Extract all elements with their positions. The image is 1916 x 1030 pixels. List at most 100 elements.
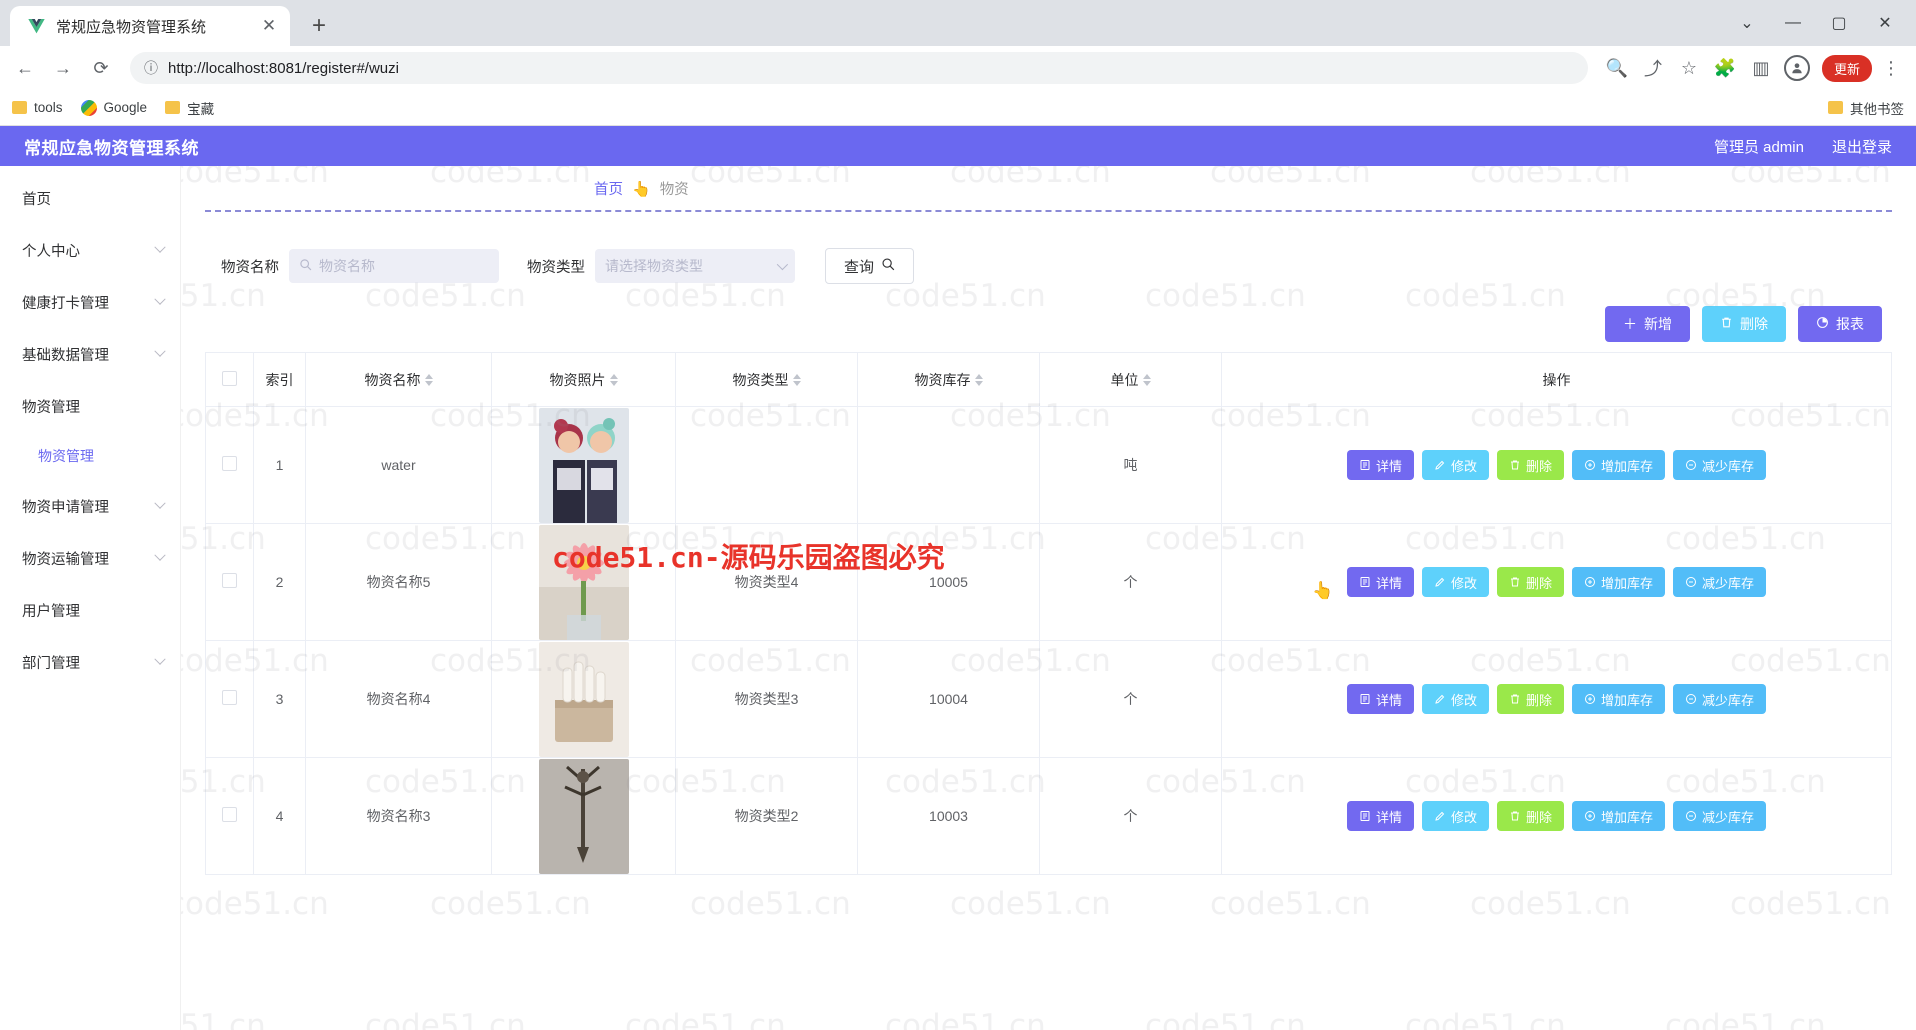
row-delete-button[interactable]: 删除 [1496,450,1564,480]
sidebar-item-home[interactable]: 首页 [0,172,180,224]
table-row[interactable]: 2 物资名称5 物资类型4 10005 个 详情 修改 删除 增加库存 减少库存 [205,523,1892,641]
decrease-stock-button[interactable]: 减少库存 [1673,567,1767,597]
sidebar-item-user-management[interactable]: 用户管理 [0,584,180,636]
sort-icon[interactable] [792,373,801,386]
increase-stock-button[interactable]: 增加库存 [1572,450,1666,480]
row-delete-button[interactable]: 删除 [1496,684,1564,714]
detail-button[interactable]: 详情 [1346,684,1414,714]
browser-tab[interactable]: 常规应急物资管理系统 ✕ [10,6,290,46]
minimize-icon[interactable]: — [1770,0,1816,46]
detail-button[interactable]: 详情 [1346,450,1414,480]
report-button[interactable]: 报表 [1798,306,1882,342]
increase-stock-button[interactable]: 增加库存 [1572,567,1666,597]
row-checkbox[interactable] [222,456,237,471]
sidebar-item-personal-center[interactable]: 个人中心 [0,224,180,276]
sort-icon[interactable] [974,373,983,386]
other-bookmarks[interactable]: 其他书签 [1828,98,1904,118]
sidebar-item-material-management-sub[interactable]: 物资管理 [0,432,180,480]
row-index: 1 [253,406,306,524]
add-button[interactable]: ＋ 新增 [1605,306,1690,342]
select-all-header[interactable] [205,352,254,407]
row-checkbox[interactable] [222,573,237,588]
column-stock[interactable]: 物资库存 [857,352,1040,407]
bookmark-baozang[interactable]: 宝藏 [165,98,214,118]
decrease-stock-button[interactable]: 减少库存 [1673,684,1767,714]
sidebar-item-material-application[interactable]: 物资申请管理 [0,480,180,532]
decrease-stock-button[interactable]: 减少库存 [1673,450,1767,480]
material-name-input[interactable]: 物资名称 [289,249,499,283]
edit-button[interactable]: 修改 [1421,567,1489,597]
edit-button[interactable]: 修改 [1421,801,1489,831]
row-type: 物资类型3 [675,640,858,758]
chevron-down-icon [776,258,789,271]
bookmark-tools[interactable]: tools [12,100,63,115]
row-checkbox[interactable] [222,807,237,822]
update-button[interactable]: 更新 [1821,54,1872,82]
sidebar-item-material-management[interactable]: 物资管理 [0,380,180,432]
table-row[interactable]: 4 物资名称3 物资类型2 10003 个 详情 修改 删除 增加库存 减少库存 [205,757,1892,875]
new-tab-button[interactable]: + [302,9,336,43]
query-button[interactable]: 查询 [825,248,915,284]
sidebar-item-label: 物资管理 [38,448,94,464]
address-bar[interactable]: ⓘ http://localhost:8081/register#/wuzi [130,52,1588,84]
sidebar-item-material-transport[interactable]: 物资运输管理 [0,532,180,584]
site-info-icon[interactable]: ⓘ [144,58,158,78]
star-icon[interactable]: ☆ [1672,51,1706,85]
sort-icon[interactable] [424,373,433,386]
window-close-icon[interactable]: ✕ [1862,0,1908,46]
chevron-down-icon [154,345,166,357]
row-delete-button[interactable]: 删除 [1496,567,1564,597]
row-delete-button[interactable]: 删除 [1496,801,1564,831]
profile-icon[interactable] [1780,51,1814,85]
avatar [1783,55,1810,81]
row-select-cell[interactable] [205,523,254,641]
row-checkbox[interactable] [222,690,237,705]
material-type-select[interactable]: 请选择物资类型 [595,249,795,283]
column-photo[interactable]: 物资照片 [491,352,676,407]
row-select-cell[interactable] [205,406,254,524]
decrease-stock-button[interactable]: 减少库存 [1673,801,1767,831]
column-name[interactable]: 物资名称 [305,352,492,407]
detail-button[interactable]: 详情 [1346,801,1414,831]
forward-icon[interactable]: → [46,51,80,85]
chevron-down-icon[interactable]: ⌄ [1724,0,1770,46]
edit-button[interactable]: 修改 [1421,450,1489,480]
bookmark-google[interactable]: Google [80,99,148,116]
reload-icon[interactable]: ⟳ [84,51,118,85]
sidebar-item-basic-data[interactable]: 基础数据管理 [0,328,180,380]
bookmark-label: Google [103,100,148,115]
sidebar-item-label: 物资申请管理 [22,499,109,516]
row-select-cell[interactable] [205,757,254,875]
menu-icon[interactable]: ⋮ [1874,51,1908,85]
sidebar-item-health-checkin[interactable]: 健康打卡管理 [0,276,180,328]
table-header-row: 索引 物资名称 物资照片 物资类型 物资库存 单位 操作 [205,352,1892,407]
sort-icon[interactable] [609,373,618,386]
breadcrumb-home[interactable]: 首页 [594,178,623,199]
sort-icon[interactable] [1142,373,1151,386]
edit-button[interactable]: 修改 [1421,684,1489,714]
zoom-icon[interactable]: 🔍 [1600,51,1634,85]
table-row[interactable]: 1 water 吨 详情 修改 删除 增加库存 减少库存 [205,406,1892,524]
row-delete-label: 删除 [1525,692,1552,708]
row-type: 物资类型2 [675,757,858,875]
delete-button[interactable]: 删除 [1702,306,1786,342]
side-panel-icon[interactable]: ▥ [1744,51,1778,85]
increase-stock-button[interactable]: 增加库存 [1572,801,1666,831]
sidebar-item-department-management[interactable]: 部门管理 [0,636,180,688]
share-icon[interactable]: ⤴ [1636,51,1670,85]
app-title: 常规应急物资管理系统 [24,138,199,158]
back-icon[interactable]: ← [8,51,42,85]
column-type[interactable]: 物资类型 [675,352,858,407]
extensions-icon[interactable]: 🧩 [1708,51,1742,85]
column-label: 物资照片 [549,371,606,388]
detail-button[interactable]: 详情 [1346,567,1414,597]
column-unit[interactable]: 单位 [1039,352,1222,407]
table-row[interactable]: 3 物资名称4 物资类型3 10004 个 详情 修改 删除 增加库存 减少库存 [205,640,1892,758]
increase-stock-button[interactable]: 增加库存 [1572,684,1666,714]
google-icon [80,99,97,116]
close-icon[interactable]: ✕ [258,15,280,37]
select-all-checkbox[interactable] [222,370,237,386]
maximize-icon[interactable]: ▢ [1816,0,1862,46]
row-select-cell[interactable] [205,640,254,758]
logout-button[interactable]: 退出登录 [1832,136,1892,157]
